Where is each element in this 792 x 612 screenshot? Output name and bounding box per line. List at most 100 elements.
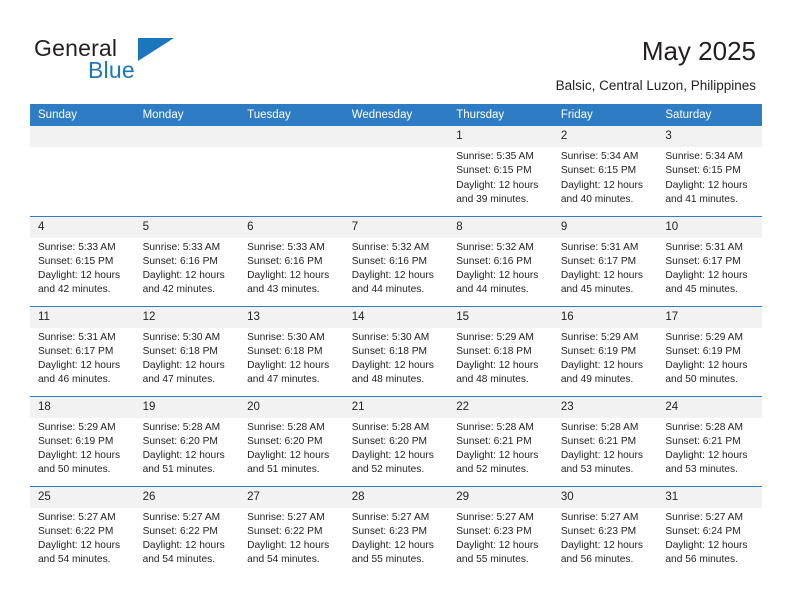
day-detail-lines: Sunrise: 5:27 AM Sunset: 6:23 PM Daylight:… bbox=[553, 508, 658, 568]
calendar-day-cell[interactable]: 2 Sunrise: 5:34 AM Sunset: 6:15 PM Daylight… bbox=[552, 126, 658, 216]
sunrise-text: Sunrise: 5:30 AM bbox=[247, 331, 325, 343]
sunset-text: Sunset: 6:15 PM bbox=[456, 165, 532, 177]
calendar-week-row: 11 Sunrise: 5:31 AM Sunset: 6:17 PM Dayligh… bbox=[30, 305, 762, 396]
day-detail-lines: Sunrise: 5:30 AM Sunset: 6:18 PM Daylight:… bbox=[135, 328, 240, 388]
calendar-day-cell-empty bbox=[239, 126, 344, 216]
calendar-day-cell[interactable]: 17 Sunrise: 5:29 AM Sunset: 6:19 PM Dayligh… bbox=[657, 305, 762, 396]
day-number bbox=[30, 126, 135, 147]
day-number: 10 bbox=[657, 216, 762, 238]
day-detail-lines: Sunrise: 5:29 AM Sunset: 6:19 PM Daylight:… bbox=[30, 418, 135, 478]
calendar-day-cell[interactable]: 10 Sunrise: 5:31 AM Sunset: 6:17 PM Dayligh… bbox=[657, 215, 762, 306]
daylight-text: Daylight: 12 hours bbox=[456, 540, 539, 552]
calendar-day-cell[interactable]: 8 Sunrise: 5:32 AM Sunset: 6:16 PM Daylight… bbox=[448, 215, 553, 306]
calendar-day-cell[interactable]: 5 Sunrise: 5:33 AM Sunset: 6:16 PM Daylight… bbox=[134, 215, 240, 306]
sunrise-text: Sunrise: 5:28 AM bbox=[247, 421, 325, 433]
calendar-day-cell[interactable]: 19 Sunrise: 5:28 AM Sunset: 6:20 PM Dayligh… bbox=[134, 395, 240, 486]
weekday-header-thursday: Thursday bbox=[448, 104, 553, 126]
calendar-day-cell[interactable]: 21 Sunrise: 5:28 AM Sunset: 6:20 PM Dayligh… bbox=[343, 395, 449, 486]
weekday-header-wednesday: Wednesday bbox=[343, 104, 449, 126]
sunrise-text: Sunrise: 5:32 AM bbox=[351, 241, 430, 253]
daylight-text: and 54 minutes. bbox=[38, 554, 111, 566]
sunset-text: Sunset: 6:17 PM bbox=[38, 345, 114, 357]
calendar-day-cell[interactable]: 26 Sunrise: 5:27 AM Sunset: 6:22 PM Dayligh… bbox=[134, 485, 240, 576]
calendar-day-cell[interactable]: 25 Sunrise: 5:27 AM Sunset: 6:22 PM Dayligh… bbox=[30, 485, 135, 576]
calendar-day-cell[interactable]: 1 Sunrise: 5:35 AM Sunset: 6:15 PM Daylight… bbox=[448, 126, 553, 216]
day-number: 19 bbox=[134, 396, 240, 418]
day-number: 25 bbox=[30, 486, 135, 508]
sunrise-text: Sunrise: 5:27 AM bbox=[351, 511, 430, 523]
day-detail-lines: Sunrise: 5:28 AM Sunset: 6:20 PM Daylight:… bbox=[344, 418, 449, 478]
day-number: 24 bbox=[657, 396, 762, 418]
daylight-text: Daylight: 12 hours bbox=[456, 179, 539, 191]
day-number: 28 bbox=[343, 486, 449, 508]
day-detail-lines: Sunrise: 5:27 AM Sunset: 6:22 PM Daylight:… bbox=[239, 508, 344, 568]
sunrise-text: Sunrise: 5:29 AM bbox=[38, 421, 116, 433]
calendar-day-cell[interactable]: 6 Sunrise: 5:33 AM Sunset: 6:16 PM Daylight… bbox=[239, 215, 344, 306]
calendar-day-cell[interactable]: 12 Sunrise: 5:30 AM Sunset: 6:18 PM Dayligh… bbox=[134, 305, 240, 396]
daylight-text: and 50 minutes. bbox=[665, 374, 738, 386]
calendar-day-cell-empty bbox=[30, 126, 135, 216]
day-number: 6 bbox=[239, 216, 344, 238]
day-number: 12 bbox=[134, 306, 240, 328]
calendar-day-cell[interactable]: 23 Sunrise: 5:28 AM Sunset: 6:21 PM Dayligh… bbox=[552, 395, 658, 486]
calendar-day-cell[interactable]: 22 Sunrise: 5:28 AM Sunset: 6:21 PM Dayligh… bbox=[448, 395, 553, 486]
calendar-day-cell[interactable]: 4 Sunrise: 5:33 AM Sunset: 6:15 PM Daylight… bbox=[30, 215, 135, 306]
weekday-header-saturday: Saturday bbox=[657, 104, 762, 126]
day-detail-lines: Sunrise: 5:31 AM Sunset: 6:17 PM Daylight:… bbox=[657, 238, 762, 298]
sunset-text: Sunset: 6:23 PM bbox=[351, 525, 428, 537]
weekday-header-sunday: Sunday bbox=[30, 104, 135, 126]
calendar-day-cell[interactable]: 15 Sunrise: 5:29 AM Sunset: 6:18 PM Dayligh… bbox=[448, 305, 553, 396]
day-number: 13 bbox=[239, 306, 344, 328]
calendar-day-cell[interactable]: 29 Sunrise: 5:27 AM Sunset: 6:23 PM Dayligh… bbox=[448, 485, 553, 576]
day-detail-lines: Sunrise: 5:30 AM Sunset: 6:18 PM Daylight:… bbox=[344, 328, 449, 388]
day-detail-lines: Sunrise: 5:27 AM Sunset: 6:22 PM Daylight:… bbox=[135, 508, 240, 568]
calendar-day-cell[interactable]: 13 Sunrise: 5:30 AM Sunset: 6:18 PM Dayligh… bbox=[239, 305, 344, 396]
daylight-text: and 56 minutes. bbox=[665, 554, 738, 566]
day-number: 17 bbox=[657, 306, 762, 328]
calendar-day-cell[interactable]: 11 Sunrise: 5:31 AM Sunset: 6:17 PM Dayligh… bbox=[30, 305, 135, 396]
brand-logo[interactable]: General Blue bbox=[34, 36, 244, 86]
calendar-day-cell[interactable]: 3 Sunrise: 5:34 AM Sunset: 6:15 PM Daylight… bbox=[657, 126, 762, 216]
sunrise-text: Sunrise: 5:28 AM bbox=[456, 421, 534, 433]
daylight-text: Daylight: 12 hours bbox=[38, 450, 121, 462]
calendar-day-cell-empty bbox=[343, 126, 449, 216]
calendar-day-cell[interactable]: 14 Sunrise: 5:30 AM Sunset: 6:18 PM Dayligh… bbox=[343, 305, 449, 396]
day-detail-lines: Sunrise: 5:31 AM Sunset: 6:17 PM Daylight:… bbox=[30, 328, 135, 388]
daylight-text: and 48 minutes. bbox=[351, 374, 425, 386]
calendar-day-cell[interactable]: 16 Sunrise: 5:29 AM Sunset: 6:19 PM Dayligh… bbox=[552, 305, 658, 396]
sunrise-text: Sunrise: 5:34 AM bbox=[665, 151, 743, 162]
sunset-text: Sunset: 6:18 PM bbox=[247, 345, 323, 357]
calendar-day-cell[interactable]: 7 Sunrise: 5:32 AM Sunset: 6:16 PM Daylight… bbox=[343, 215, 449, 306]
day-number bbox=[239, 126, 344, 147]
daylight-text: and 45 minutes. bbox=[665, 284, 738, 296]
sunset-text: Sunset: 6:15 PM bbox=[38, 255, 114, 267]
daylight-text: Daylight: 12 hours bbox=[142, 450, 225, 462]
daylight-text: Daylight: 12 hours bbox=[247, 450, 330, 462]
calendar-day-cell[interactable]: 20 Sunrise: 5:28 AM Sunset: 6:20 PM Dayligh… bbox=[239, 395, 344, 486]
calendar-day-cell[interactable]: 9 Sunrise: 5:31 AM Sunset: 6:17 PM Daylight… bbox=[552, 215, 658, 306]
sunset-text: Sunset: 6:15 PM bbox=[665, 165, 741, 177]
sunrise-text: Sunrise: 5:27 AM bbox=[38, 511, 116, 523]
day-number: 11 bbox=[30, 306, 135, 328]
daylight-text: Daylight: 12 hours bbox=[351, 360, 434, 372]
daylight-text: and 53 minutes. bbox=[665, 464, 738, 476]
day-detail-lines: Sunrise: 5:28 AM Sunset: 6:21 PM Daylight:… bbox=[448, 418, 553, 478]
day-number: 7 bbox=[343, 216, 449, 238]
calendar-day-cell[interactable]: 24 Sunrise: 5:28 AM Sunset: 6:21 PM Dayligh… bbox=[657, 395, 762, 486]
daylight-text: and 43 minutes. bbox=[247, 284, 320, 296]
calendar-day-cell[interactable]: 28 Sunrise: 5:27 AM Sunset: 6:23 PM Dayligh… bbox=[343, 485, 449, 576]
sunrise-text: Sunrise: 5:27 AM bbox=[560, 511, 639, 523]
page-header: General Blue May 2025 Balsic, Central Lu… bbox=[0, 0, 792, 100]
calendar-day-cell[interactable]: 31 Sunrise: 5:27 AM Sunset: 6:24 PM Dayligh… bbox=[657, 485, 762, 576]
calendar-week-row: 18 Sunrise: 5:29 AM Sunset: 6:19 PM Dayligh… bbox=[30, 395, 762, 486]
daylight-text: Daylight: 12 hours bbox=[665, 179, 748, 191]
sunset-text: Sunset: 6:20 PM bbox=[142, 435, 218, 447]
daylight-text: Daylight: 12 hours bbox=[142, 270, 225, 282]
day-detail-lines: Sunrise: 5:28 AM Sunset: 6:20 PM Daylight:… bbox=[135, 418, 240, 478]
weekday-header-monday: Monday bbox=[134, 104, 240, 126]
calendar-day-cell[interactable]: 18 Sunrise: 5:29 AM Sunset: 6:19 PM Dayligh… bbox=[30, 395, 135, 486]
calendar-day-cell[interactable]: 30 Sunrise: 5:27 AM Sunset: 6:23 PM Dayligh… bbox=[552, 485, 658, 576]
calendar-day-cell[interactable]: 27 Sunrise: 5:27 AM Sunset: 6:22 PM Dayligh… bbox=[239, 485, 344, 576]
day-detail-lines: Sunrise: 5:29 AM Sunset: 6:19 PM Daylight:… bbox=[657, 328, 762, 388]
sunset-text: Sunset: 6:16 PM bbox=[247, 255, 323, 267]
